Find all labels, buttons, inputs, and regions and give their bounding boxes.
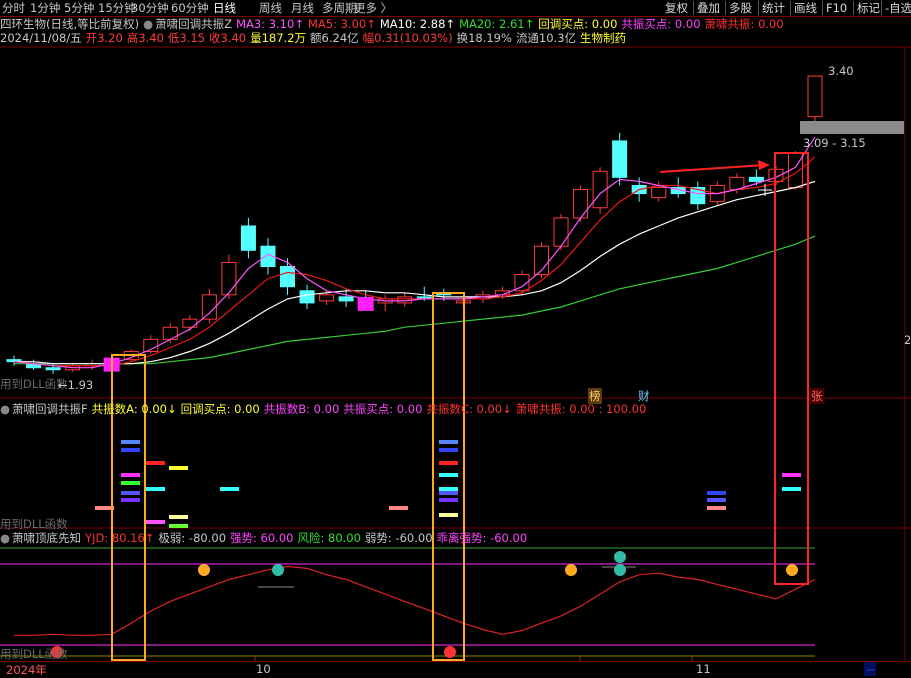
signal-bar	[439, 448, 458, 452]
panel2-a: 共振数A: 0.00↓	[91, 402, 177, 416]
low-price-value: 1.93	[67, 378, 94, 392]
candle-body[interactable]	[319, 294, 335, 302]
kline-chart[interactable]	[0, 0, 911, 673]
time-axis: 2024年 10 11 --	[0, 661, 911, 677]
signal-bar	[121, 481, 140, 485]
panel2-header: ● 萧啸回调共振F 共振数A: 0.00↓ 回调买点: 0.00 共振数B: 0.00 共…	[0, 402, 650, 417]
axis-year: 2024年	[6, 663, 47, 677]
top-warning-icon[interactable]	[198, 564, 210, 576]
panel3-weak: 弱势: -60.00	[364, 531, 433, 545]
price-range-label: 3.09 - 3.15	[803, 136, 866, 150]
candle-body[interactable]	[162, 326, 178, 340]
buy-signal-icon[interactable]	[444, 646, 456, 658]
zhang-marker[interactable]: 张	[810, 388, 824, 404]
signal-bar	[169, 515, 188, 519]
signal-bar	[439, 440, 458, 444]
panel2-resbuy: 共振买点: 0.00	[343, 402, 423, 416]
axis-oct: 10	[256, 662, 271, 676]
signal-bar	[439, 461, 458, 465]
bottom-signal-icon[interactable]	[614, 551, 626, 563]
signal-bar	[782, 487, 801, 491]
candle-body[interactable]	[299, 290, 315, 304]
candle-body[interactable]	[201, 294, 217, 320]
candle-body[interactable]	[651, 187, 667, 199]
panel3-weak-extreme: 极弱: -80.00	[158, 531, 227, 545]
signal-bar	[121, 498, 140, 502]
signal-bar	[439, 498, 458, 502]
panel3-toggle-icon[interactable]: ●	[0, 531, 10, 545]
high-price-label: 3.40	[828, 64, 854, 78]
signal-bar	[707, 498, 726, 502]
panel2-b: 共振数B: 0.00	[263, 402, 340, 416]
signal-bar	[707, 506, 726, 510]
annotation-arrow	[659, 164, 766, 173]
ma3-line	[13, 136, 816, 369]
signal-bar	[439, 487, 458, 491]
signal-bar	[439, 491, 458, 495]
right-axis-label: 2	[904, 333, 911, 347]
panel3-header: ● 萧啸顶底先知 YJD: 80.16↑ 极弱: -80.00 强势: 60.00 风险:…	[0, 531, 531, 546]
cai-marker[interactable]: 财	[638, 388, 650, 404]
candle-body[interactable]	[182, 318, 198, 328]
panel2-resonance: 萧啸共振: 0.00 : 100.00	[515, 402, 647, 416]
dll-note-2: 用到DLL函数	[0, 517, 68, 531]
signal-square	[357, 296, 374, 311]
candle-body[interactable]	[573, 189, 589, 219]
arrow-head	[758, 160, 770, 170]
candle-body[interactable]	[748, 176, 764, 182]
signal-bar	[146, 461, 165, 465]
candle-body[interactable]	[338, 296, 354, 302]
highlight-box	[774, 152, 809, 585]
candle-body[interactable]	[807, 75, 823, 118]
signal-bar	[121, 473, 140, 477]
panel3-risk: 风险: 80.00	[297, 531, 361, 545]
candle-body[interactable]	[280, 265, 296, 288]
signal-bar	[439, 473, 458, 477]
dll-note-3: 用到DLL函数	[0, 647, 68, 661]
top-warning-icon[interactable]	[565, 564, 577, 576]
axis-end: --	[864, 662, 877, 676]
signal-bar	[389, 506, 408, 510]
signal-bar	[121, 440, 140, 444]
bottom-signal-icon[interactable]	[272, 564, 284, 576]
signal-bar	[169, 466, 188, 470]
bang-marker[interactable]: 榜	[588, 388, 602, 404]
panel2-toggle-icon[interactable]: ●	[0, 402, 10, 416]
panel3-extreme-strong: 乖离强势: -60.00	[436, 531, 528, 545]
panel2-name[interactable]: 萧啸回调共振F	[12, 402, 88, 416]
panel2-pullback: 回调买点: 0.00	[180, 402, 260, 416]
signal-bar	[169, 524, 188, 528]
signal-bar	[439, 513, 458, 517]
top-warning-icon[interactable]	[786, 564, 798, 576]
signal-bar	[146, 487, 165, 491]
axis-nov: 11	[696, 662, 711, 676]
candle-body[interactable]	[612, 140, 628, 178]
panel3-strong: 强势: 60.00	[230, 531, 294, 545]
low-price-label: ←1.93	[58, 378, 94, 392]
panel2-c: 共振数C: 0.00↓	[426, 402, 512, 416]
signal-bar	[121, 448, 140, 452]
signal-bar	[707, 491, 726, 495]
candle-body[interactable]	[553, 217, 569, 247]
candle-body[interactable]	[240, 225, 256, 251]
panel3-name[interactable]: 萧啸顶底先知	[12, 531, 81, 545]
signal-bar	[782, 473, 801, 477]
candle-body[interactable]	[45, 367, 61, 371]
ma5-line	[13, 156, 816, 367]
bottom-signal-icon[interactable]	[614, 564, 626, 576]
candle-body[interactable]	[221, 261, 237, 296]
signal-bar	[146, 520, 165, 524]
yjd-line	[14, 565, 816, 636]
price-band	[800, 121, 904, 134]
panel3-yjd: YJD: 80.16↑	[85, 531, 155, 545]
highlight-box	[111, 354, 146, 661]
signal-bar	[220, 487, 239, 491]
signal-bar	[121, 491, 140, 495]
